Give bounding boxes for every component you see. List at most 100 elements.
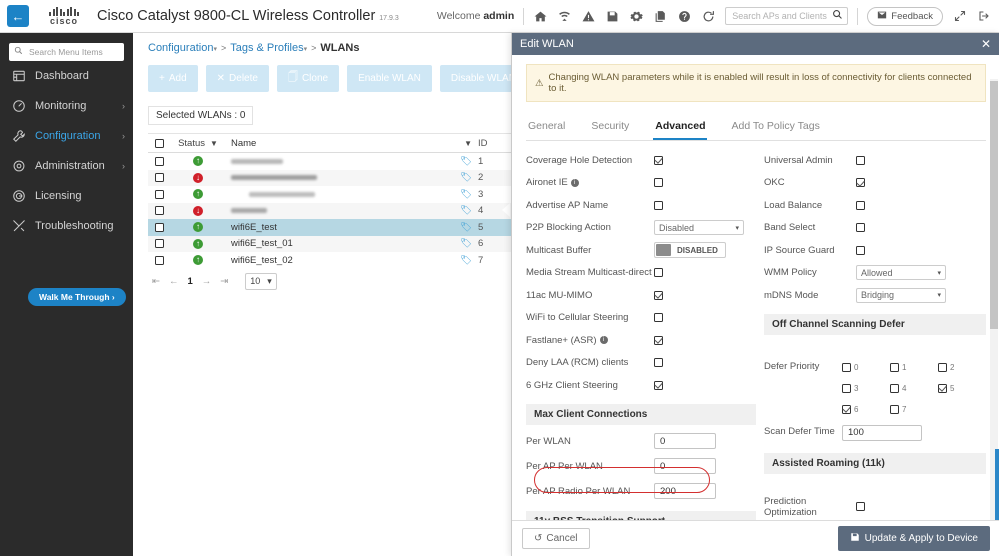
table-row[interactable]: ↑ wifi6E_test_02 🏷 7 xyxy=(148,252,512,269)
table-row[interactable]: ↑ 🏷 3 xyxy=(148,186,512,203)
defer-priority-2-checkbox[interactable] xyxy=(937,362,947,372)
gear-icon[interactable] xyxy=(629,9,644,24)
enable-wlan-button[interactable]: Enable WLAN xyxy=(347,65,432,92)
table-row[interactable]: ↑ wifi6E_test 🏷 5 xyxy=(148,219,512,236)
mu-mimo-checkbox[interactable] xyxy=(654,290,663,300)
update-apply-button[interactable]: Update & Apply to Device xyxy=(837,526,990,551)
column-filter-name[interactable]: ▼ xyxy=(448,139,478,148)
save-icon[interactable] xyxy=(605,9,620,24)
tab-advanced[interactable]: Advanced xyxy=(653,116,708,140)
band-select-checkbox[interactable] xyxy=(856,223,865,233)
sidebar-item-administration[interactable]: Administration › xyxy=(0,151,133,181)
first-page-button[interactable]: ⇤ xyxy=(152,276,160,287)
search-icon[interactable] xyxy=(832,9,843,23)
tag-icon[interactable]: 🏷 xyxy=(448,156,478,167)
last-page-button[interactable]: ⇥ xyxy=(220,276,228,287)
okc-checkbox[interactable] xyxy=(856,178,865,188)
defer-priority-3-checkbox[interactable] xyxy=(842,383,851,393)
tag-icon[interactable]: 🏷 xyxy=(448,238,478,249)
wireless-icon[interactable] xyxy=(557,9,572,24)
close-icon[interactable]: ✕ xyxy=(981,38,991,50)
help-icon[interactable] xyxy=(677,9,692,24)
defer-priority-1-checkbox[interactable] xyxy=(889,362,899,372)
column-header-id[interactable]: ID xyxy=(478,138,512,149)
wmm-policy-select[interactable]: Allowed ▾ xyxy=(856,265,946,281)
sidebar-item-monitoring[interactable]: Monitoring › xyxy=(0,91,133,121)
page-size-select[interactable]: 10 ▾ xyxy=(245,272,277,290)
defer-priority-1[interactable]: 1 xyxy=(889,357,938,378)
tag-icon[interactable]: 🏷 xyxy=(448,255,478,266)
prev-page-button[interactable]: ← xyxy=(169,276,179,287)
feedback-button[interactable]: Feedback xyxy=(867,6,943,26)
multicast-buffer-toggle[interactable]: DISABLED xyxy=(654,242,726,259)
defer-priority-6[interactable]: 6 xyxy=(842,399,890,420)
sidebar-item-troubleshooting[interactable]: Troubleshooting xyxy=(0,211,133,241)
table-row[interactable]: ↑ wifi6E_test_01 🏷 6 xyxy=(148,235,512,252)
defer-priority-4[interactable]: 4 xyxy=(889,378,938,399)
logout-icon[interactable] xyxy=(976,9,991,24)
defer-priority-6-checkbox[interactable] xyxy=(842,404,851,414)
column-header-status[interactable]: Status ▼ xyxy=(170,138,226,149)
global-search[interactable] xyxy=(725,7,849,25)
back-arrow-icon[interactable]: ← xyxy=(7,5,29,27)
walk-me-through-button[interactable]: Walk Me Through › xyxy=(28,288,126,306)
defer-priority-5[interactable]: 5 xyxy=(937,378,986,399)
row-checkbox[interactable] xyxy=(148,206,170,216)
tab-add-to-policy-tags[interactable]: Add To Policy Tags xyxy=(729,116,821,140)
defer-priority-7[interactable]: 7 xyxy=(889,399,938,420)
six-ghz-client-steering-checkbox[interactable] xyxy=(654,380,663,390)
defer-priority-2[interactable]: 2 xyxy=(937,357,986,378)
row-checkbox[interactable] xyxy=(148,189,170,199)
scan-defer-time-input[interactable] xyxy=(842,424,922,441)
sidebar-search[interactable] xyxy=(9,43,124,61)
media-stream-multicast-direct-checkbox[interactable] xyxy=(654,268,663,278)
column-header-name[interactable]: Name xyxy=(226,138,448,149)
aironet-ie-checkbox[interactable] xyxy=(654,178,663,188)
next-page-button[interactable]: → xyxy=(202,276,212,287)
copy-icon[interactable] xyxy=(653,9,668,24)
scrollbar-thumb[interactable] xyxy=(990,81,998,329)
alert-icon[interactable] xyxy=(581,9,596,24)
row-checkbox[interactable] xyxy=(148,255,170,265)
coverage-hole-detection-checkbox[interactable] xyxy=(654,155,663,165)
p2p-blocking-action-select[interactable]: Disabled ▾ xyxy=(654,220,744,236)
row-checkbox[interactable] xyxy=(148,239,170,249)
refresh-icon[interactable] xyxy=(701,9,716,24)
mdns-mode-select[interactable]: Bridging ▾ xyxy=(856,287,946,303)
defer-priority-0[interactable]: 0 xyxy=(842,357,890,378)
sidebar-item-licensing[interactable]: Licensing xyxy=(0,181,133,211)
sidebar-item-dashboard[interactable]: Dashboard xyxy=(0,61,133,91)
defer-priority-7-checkbox[interactable] xyxy=(889,404,899,414)
deny-laa-rcm-checkbox[interactable] xyxy=(654,358,663,368)
breadcrumb-item-configuration[interactable]: Configuration▾ xyxy=(148,42,217,54)
select-all-checkbox[interactable] xyxy=(148,138,170,148)
fastlane-asr-checkbox[interactable] xyxy=(654,335,663,345)
tag-icon[interactable]: 🏷 xyxy=(448,222,478,233)
wifi-to-cellular-steering-checkbox[interactable] xyxy=(654,313,663,323)
tag-icon[interactable]: 🏷 xyxy=(448,205,478,216)
table-row[interactable]: ↑ 🏷 1 xyxy=(148,153,512,170)
defer-priority-3[interactable]: 3 xyxy=(842,378,890,399)
tab-security[interactable]: Security xyxy=(589,116,631,140)
prediction-optimization-checkbox[interactable] xyxy=(856,502,865,512)
expand-icon[interactable] xyxy=(952,9,967,24)
delete-button[interactable]: ✕ Delete xyxy=(205,65,269,92)
defer-priority-5-checkbox[interactable] xyxy=(937,383,947,393)
cancel-button[interactable]: ↺ Cancel xyxy=(522,528,590,549)
add-button[interactable]: + Add xyxy=(148,65,198,92)
advertise-ap-name-checkbox[interactable] xyxy=(654,200,663,210)
sidebar-item-configuration[interactable]: Configuration › xyxy=(0,121,133,151)
ip-source-guard-checkbox[interactable] xyxy=(856,245,865,255)
info-icon[interactable]: i xyxy=(570,178,579,187)
info-icon[interactable]: i xyxy=(599,336,608,345)
per-ap-per-wlan-input[interactable] xyxy=(654,458,716,474)
tab-general[interactable]: General xyxy=(526,116,567,140)
tag-icon[interactable]: 🏷 xyxy=(448,189,478,200)
row-checkbox[interactable] xyxy=(148,173,170,183)
sidebar-search-input[interactable] xyxy=(27,46,119,58)
clone-button[interactable]: 🗍 Clone xyxy=(276,65,340,92)
search-input[interactable] xyxy=(730,10,833,22)
filter-icon[interactable]: ▼ xyxy=(210,139,218,148)
current-page[interactable]: 1 xyxy=(187,276,192,287)
tag-icon[interactable]: 🏷 xyxy=(448,172,478,183)
